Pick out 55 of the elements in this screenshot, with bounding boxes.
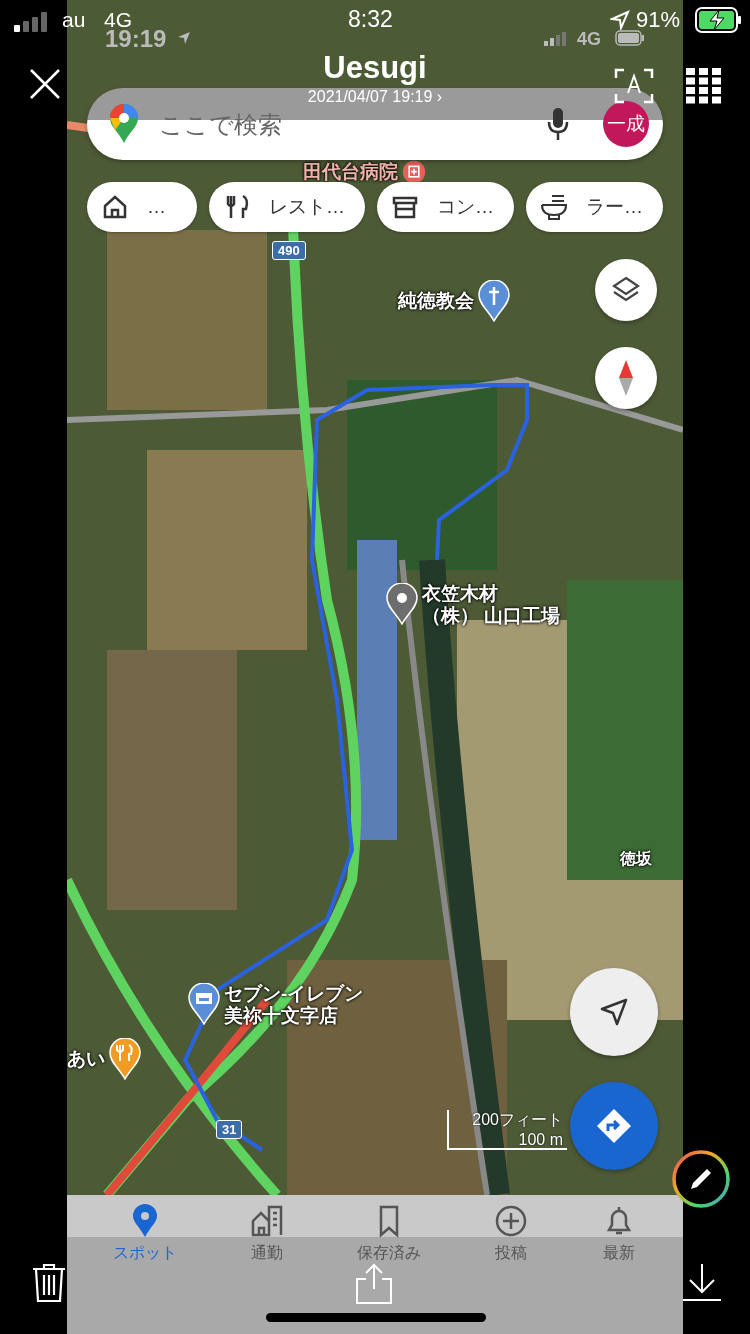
save-to-device-button[interactable] <box>682 1262 722 1302</box>
microphone-icon[interactable] <box>547 107 569 141</box>
home-icon <box>101 193 129 221</box>
share-icon <box>354 1263 394 1305</box>
pencil-icon <box>672 1150 730 1208</box>
screenshot-network: 4G <box>577 29 601 50</box>
hospital-icon[interactable] <box>402 160 426 184</box>
category-chip[interactable]: ラー… <box>526 182 663 232</box>
delete-button[interactable] <box>31 1263 67 1303</box>
buildings-icon <box>249 1203 285 1239</box>
cross-pin-icon[interactable] <box>478 280 510 322</box>
bowl-icon <box>540 193 568 221</box>
place-label[interactable]: 田代台病院 <box>303 161 398 183</box>
map-scale: 200フィート 100 m <box>447 1110 567 1150</box>
account-avatar[interactable]: 一成 <box>603 101 649 147</box>
download-icon <box>682 1262 722 1302</box>
place-label[interactable]: あい <box>67 1048 105 1070</box>
restaurant-pin-icon[interactable] <box>109 1038 141 1080</box>
live-text-button[interactable] <box>614 68 654 104</box>
nav-tab[interactable]: 通勤 <box>245 1203 289 1273</box>
navigation-arrow-icon <box>599 997 629 1027</box>
battery-icon <box>615 30 645 46</box>
signal-icon <box>14 12 50 32</box>
place-label[interactable]: 純徳教会 <box>398 290 474 312</box>
nav-tab[interactable]: 最新 <box>597 1203 641 1273</box>
close-icon <box>29 68 61 100</box>
trash-icon <box>31 1263 67 1303</box>
close-button[interactable] <box>29 68 61 100</box>
battery-percent: 91% <box>636 7 681 33</box>
location-arrow-icon <box>177 31 191 45</box>
plus-circle-icon <box>493 1203 529 1239</box>
nav-tab[interactable]: 投稿 <box>489 1203 533 1273</box>
road-number: 490 <box>272 241 306 260</box>
compass-icon <box>618 360 634 396</box>
charging-battery-icon <box>695 7 743 33</box>
category-chip[interactable]: コン… <box>377 182 514 232</box>
grid-button[interactable] <box>686 68 722 104</box>
road-number: 31 <box>216 1120 243 1139</box>
location-arrow-icon <box>610 10 630 30</box>
grid-icon <box>686 68 722 104</box>
carrier-name: au <box>62 8 86 32</box>
live-text-icon <box>614 68 654 104</box>
markup-button[interactable] <box>672 1150 730 1208</box>
clock: 8:32 <box>348 6 393 33</box>
photo-title: Uesugi <box>323 50 427 86</box>
category-chip[interactable]: レスト… <box>209 182 365 232</box>
store-pin-icon[interactable] <box>188 983 220 1025</box>
nav-tab[interactable]: 保存済み <box>353 1203 425 1273</box>
signal-icon <box>544 32 566 46</box>
maps-pin-icon <box>109 104 139 144</box>
map-pin-icon[interactable] <box>386 583 418 625</box>
network-type: 4G <box>104 8 132 31</box>
place-label[interactable]: 衣笠木材 （株） 山口工場 <box>422 583 561 627</box>
area-label: 徳坂 <box>620 849 652 869</box>
category-chip[interactable]: … <box>87 182 197 232</box>
